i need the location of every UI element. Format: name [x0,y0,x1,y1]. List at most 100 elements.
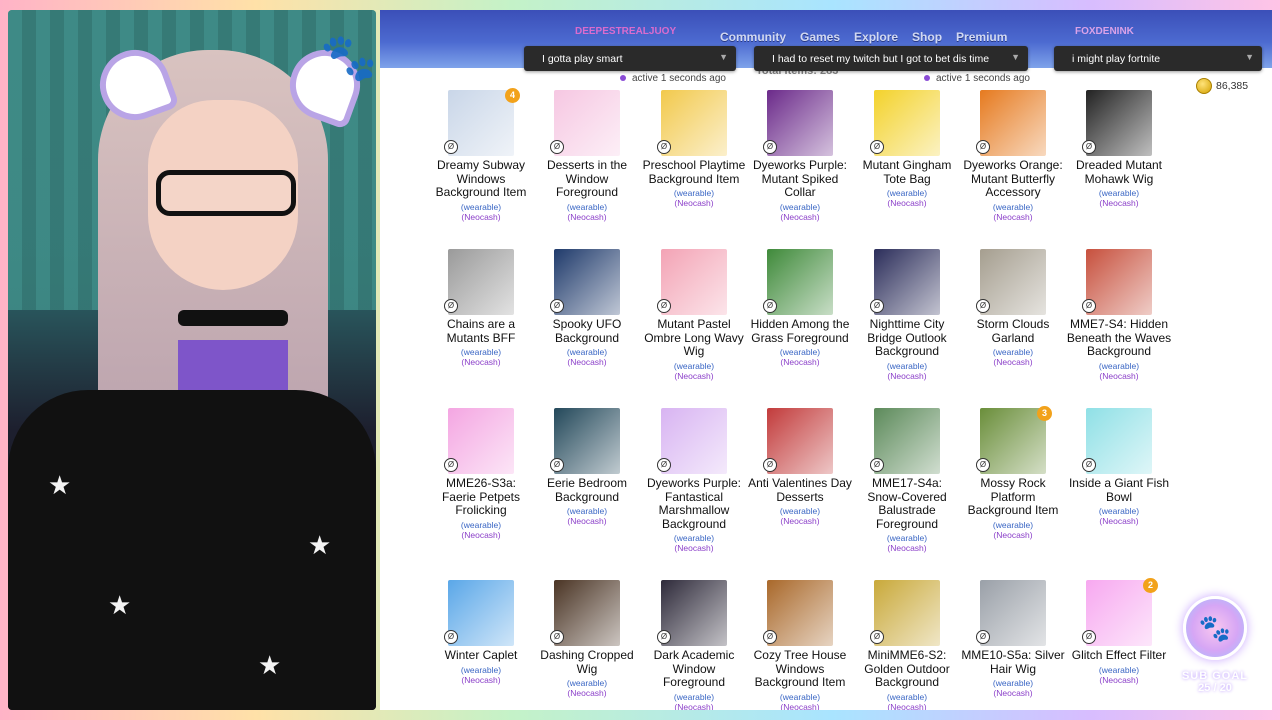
chevron-down-icon: ▼ [719,52,728,62]
star-icon: ★ [108,590,132,620]
neocash-tag: (Neocash) [674,198,714,208]
closet-item[interactable]: Ø Chains are a Mutants BFF (wearable) (Neoc… [428,249,534,367]
item-thumbnail[interactable]: Ø [1082,90,1152,156]
closet-item[interactable]: Ø MME7-S4: Hidden Beneath the Waves Backg… [1066,249,1172,381]
item-thumbnail[interactable]: Ø [550,580,620,646]
item-name: Chains are a Mutants BFF [446,317,516,345]
item-thumbnail[interactable]: Ø [976,90,1046,156]
closet-item[interactable]: Ø Winter Caplet (wearable) (Neocash) [428,580,534,685]
closet-item[interactable]: Ø Desserts in the Window Foreground (weara… [534,90,640,222]
closet-item[interactable]: Ø Dashing Cropped Wig (wearable) (Neocash) [534,580,640,698]
item-thumbnail[interactable]: Ø [444,408,514,474]
item-thumbnail[interactable]: Ø [657,580,727,646]
nav-games[interactable]: Games [800,30,840,44]
closet-item[interactable]: Ø Spooky UFO Background (wearable) (Neocash… [534,249,640,367]
item-thumbnail[interactable]: Ø [657,408,727,474]
nav-shop[interactable]: Shop [912,30,942,44]
item-thumbnail[interactable]: Ø [870,580,940,646]
item-thumbnail[interactable]: Ø [550,249,620,315]
wearable-tag: (wearable) [566,347,608,357]
wearable-tag: (wearable) [673,691,715,702]
quantity-badge: 4 [505,88,520,103]
wearable-tag: (wearable) [992,519,1034,530]
wearable-tag: (wearable) [566,506,608,516]
neocash-tag: (Neocash) [780,357,820,367]
item-thumbnail[interactable]: Ø [763,580,833,646]
item-thumbnail[interactable]: Ø4 [444,88,520,156]
closet-item[interactable]: Ø Eerie Bedroom Background (wearable) (Neoc… [534,408,640,526]
item-thumbnail[interactable]: Ø [550,90,620,156]
closet-item[interactable]: Ø MME10-S5a: Silver Hair Wig (wearable) (Ne… [960,580,1066,698]
closet-item[interactable]: Ø Nighttime City Bridge Outlook Backgroun… [854,249,960,381]
chat-activity: active 1 seconds ago [620,73,726,84]
closet-item[interactable]: Ø Mutant Gingham Tote Bag (wearable) (Neoca… [854,90,960,208]
status-dot-icon [924,75,930,82]
item-thumbnail[interactable]: Ø [870,408,940,474]
closet-item[interactable]: Ø 2 Glitch Effect Filter (wearable) (Neocash… [1066,578,1172,685]
item-name: Winter Caplet [444,648,518,662]
neocash-tag: (Neocash) [780,701,820,711]
closet-item[interactable]: Ø Dyeworks Purple: Mutant Spiked Collar (w… [747,90,853,222]
nc-badge-icon: Ø [763,140,777,154]
nc-badge-icon: Ø [657,299,671,313]
nc-badge-icon: Ø [550,299,564,313]
nc-badge-icon: Ø [657,458,671,472]
neocash-tag: (Neocash) [567,516,607,526]
item-thumbnail[interactable]: Ø [550,408,620,474]
wearable-tag: (wearable) [886,360,928,371]
item-name: Cozy Tree House Windows Background Item [753,648,847,689]
nav-community[interactable]: Community [720,30,786,44]
closet-item[interactable]: Ø Cozy Tree House Windows Background Item… [747,580,853,710]
closet-item[interactable]: Ø Dyeworks Orange: Mutant Butterfly Acces… [960,90,1066,222]
item-thumbnail[interactable]: Ø [657,90,727,156]
chat-message: I had to reset my twitch but I got to be… [754,46,1028,71]
item-thumbnail[interactable]: Ø [657,249,727,315]
item-thumbnail[interactable]: Ø [444,249,514,315]
closet-item[interactable]: Ø Preschool Playtime Background Item (wear… [641,90,747,208]
nc-badge-icon: Ø [976,630,990,644]
item-thumbnail[interactable]: Ø [1082,249,1152,315]
sub-goal-count: 25 / 20 [1198,682,1232,694]
closet-item[interactable]: Ø 4 Dreamy Subway Windows Background Item(… [428,88,534,222]
item-thumbnail[interactable]: Ø [976,249,1046,315]
closet-item[interactable]: Ø Inside a Giant Fish Bowl (wearable) (Neoc… [1066,408,1172,526]
glasses [156,170,296,216]
neocash-tag: (Neocash) [461,357,501,367]
neocash-tag: (Neocash) [567,357,607,367]
closet-item[interactable]: Ø Dark Academic Window Foreground (wearabl… [641,580,747,710]
item-thumbnail[interactable]: Ø [763,408,833,474]
closet-item[interactable]: Ø MME17-S4a: Snow-Covered Balustrade Fore… [854,408,960,553]
nav-premium[interactable]: Premium [956,30,1007,44]
closet-item[interactable]: Ø Anti Valentines Day Desserts (wearable)(… [747,408,853,526]
star-icon: ★ [258,650,282,680]
quantity-badge: 2 [1143,578,1158,593]
hoodie: ★ ★ ★ ★ [8,390,376,710]
item-thumbnail[interactable]: Ø [1082,408,1152,474]
nav-explore[interactable]: Explore [854,30,898,44]
neocash-tag: (Neocash) [674,370,714,381]
item-thumbnail[interactable]: Ø [763,249,833,315]
wearable-tag: (wearable) [992,347,1034,357]
item-thumbnail[interactable]: Ø [763,90,833,156]
item-thumbnail[interactable]: Ø [444,580,514,646]
closet-item[interactable]: Ø 3 Mossy Rock Platform Background Item (we… [960,406,1066,540]
nc-badge-icon: Ø [870,458,884,472]
wearable-tag: (wearable) [779,691,821,702]
item-thumbnail[interactable]: Ø [870,249,940,315]
closet-item[interactable]: Ø Hidden Among the Grass Foreground (weara… [747,249,853,367]
item-thumbnail[interactable]: Ø3 [976,406,1052,474]
closet-item[interactable]: Ø Dreaded Mutant Mohawk Wig (wearable) (Neo… [1066,90,1172,208]
item-name: Anti Valentines Day Desserts [748,476,852,504]
wearable-tag: (wearable) [673,360,715,371]
wearable-tag: (wearable) [460,201,502,212]
closet-item[interactable]: Ø MME26-S3a: Faerie Petpets Frolicking (we… [428,408,534,540]
closet-item[interactable]: Ø MiniMME6-S2: Golden Outdoor Background (… [854,580,960,710]
item-thumbnail[interactable]: Ø [870,90,940,156]
wearable-tag: (wearable) [886,188,928,198]
item-name: MiniMME6-S2: Golden Outdoor Background [864,648,950,689]
item-thumbnail[interactable]: Ø2 [1082,578,1158,646]
item-thumbnail[interactable]: Ø [976,580,1046,646]
closet-item[interactable]: Ø Storm Clouds Garland (wearable) (Neocash) [960,249,1066,367]
closet-item[interactable]: Ø Dyeworks Purple: Fantastical Marshmallo… [641,408,747,553]
closet-item[interactable]: Ø Mutant Pastel Ombre Long Wavy Wig (weara… [641,249,747,381]
